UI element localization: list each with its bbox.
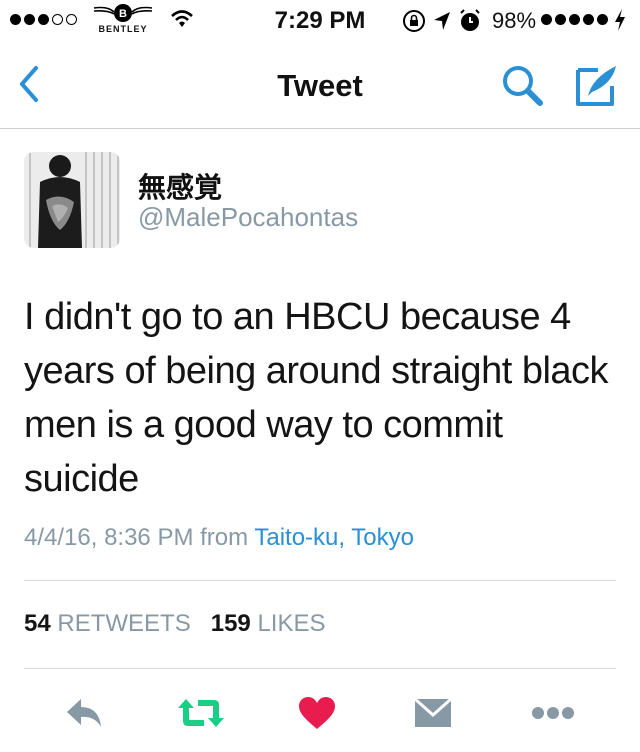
tweet-text: I didn't go to an HBCU because 4 years o… bbox=[24, 296, 609, 500]
retweet-icon bbox=[178, 699, 224, 727]
from-label: from bbox=[200, 524, 249, 551]
battery-percentage: 98% bbox=[492, 8, 537, 33]
reply-button[interactable] bbox=[60, 688, 110, 738]
avatar[interactable] bbox=[24, 152, 120, 248]
like-count: 159 bbox=[210, 610, 251, 637]
user-handle[interactable]: @MalePocahontas bbox=[138, 202, 358, 233]
reply-icon bbox=[67, 699, 101, 727]
tweet-timestamp: 4/4/16, 8:36 PM bbox=[24, 524, 194, 551]
retweet-stat[interactable]: 54 RETWEETS bbox=[24, 610, 191, 637]
divider bbox=[24, 580, 616, 581]
alarm-icon bbox=[460, 9, 480, 31]
search-icon bbox=[503, 66, 543, 106]
compose-icon bbox=[576, 66, 616, 106]
heart-icon bbox=[299, 697, 335, 729]
charging-bolt-icon bbox=[615, 9, 625, 31]
like-stat[interactable]: 159 LIKES bbox=[211, 610, 326, 637]
retweet-label: RETWEETS bbox=[57, 610, 191, 637]
tweet-stats: 54 RETWEETS 159 LIKES bbox=[24, 610, 326, 638]
navigation-bar: Tweet bbox=[0, 40, 640, 129]
search-button[interactable] bbox=[498, 62, 548, 108]
profile-photo bbox=[24, 152, 120, 248]
more-options-button[interactable] bbox=[528, 688, 578, 738]
retweet-count: 54 bbox=[24, 610, 51, 637]
display-name[interactable]: 無感覚 bbox=[138, 166, 222, 206]
more-dots-icon bbox=[532, 707, 574, 719]
compose-button[interactable] bbox=[574, 62, 620, 108]
tweet-meta: 4/4/16, 8:36 PM from Taito-ku, Tokyo bbox=[24, 524, 414, 552]
action-bar bbox=[0, 688, 640, 738]
tweet-location-link[interactable]: Taito-ku, Tokyo bbox=[254, 524, 414, 551]
like-label: LIKES bbox=[257, 610, 326, 637]
direct-message-button[interactable] bbox=[408, 688, 458, 738]
rotation-lock-icon bbox=[403, 10, 425, 32]
envelope-icon bbox=[414, 697, 452, 727]
divider bbox=[24, 668, 616, 669]
status-bar: B BENTLEY 7:29 PM 98% bbox=[0, 0, 640, 40]
like-button[interactable] bbox=[292, 688, 342, 738]
retweet-button[interactable] bbox=[176, 688, 226, 738]
location-arrow-icon bbox=[434, 12, 450, 30]
battery-icon bbox=[541, 14, 608, 25]
